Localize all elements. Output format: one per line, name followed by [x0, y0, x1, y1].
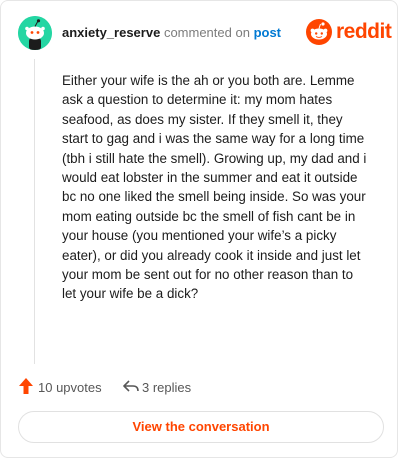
comment-card: anxiety_reserve commented on post reddit…	[0, 0, 398, 458]
reply-icon	[123, 380, 139, 392]
reddit-wordmark: reddit	[336, 20, 392, 43]
thread-line	[34, 59, 35, 364]
snoo-avatar-icon	[18, 16, 52, 50]
comment-actions: 10 upvotes 3 replies	[18, 377, 384, 397]
username-link[interactable]: anxiety_reserve	[62, 25, 160, 40]
reddit-logo-icon	[306, 19, 332, 45]
view-conversation-button[interactable]: View the conversation	[18, 411, 384, 443]
post-link[interactable]: post	[254, 25, 281, 40]
reddit-brand[interactable]: reddit	[306, 19, 392, 47]
arrow-up-icon	[19, 378, 33, 394]
comment-meta: anxiety_reserve commented on post	[62, 25, 281, 40]
comment-header: anxiety_reserve commented on post reddit	[18, 16, 392, 52]
action-text: commented on	[163, 25, 250, 40]
replies-count: 3 replies	[142, 380, 192, 395]
user-avatar[interactable]	[18, 16, 52, 50]
comment-body: Either your wife is the ah or you both a…	[62, 73, 367, 302]
upvotes-count: 10 upvotes	[38, 380, 102, 395]
